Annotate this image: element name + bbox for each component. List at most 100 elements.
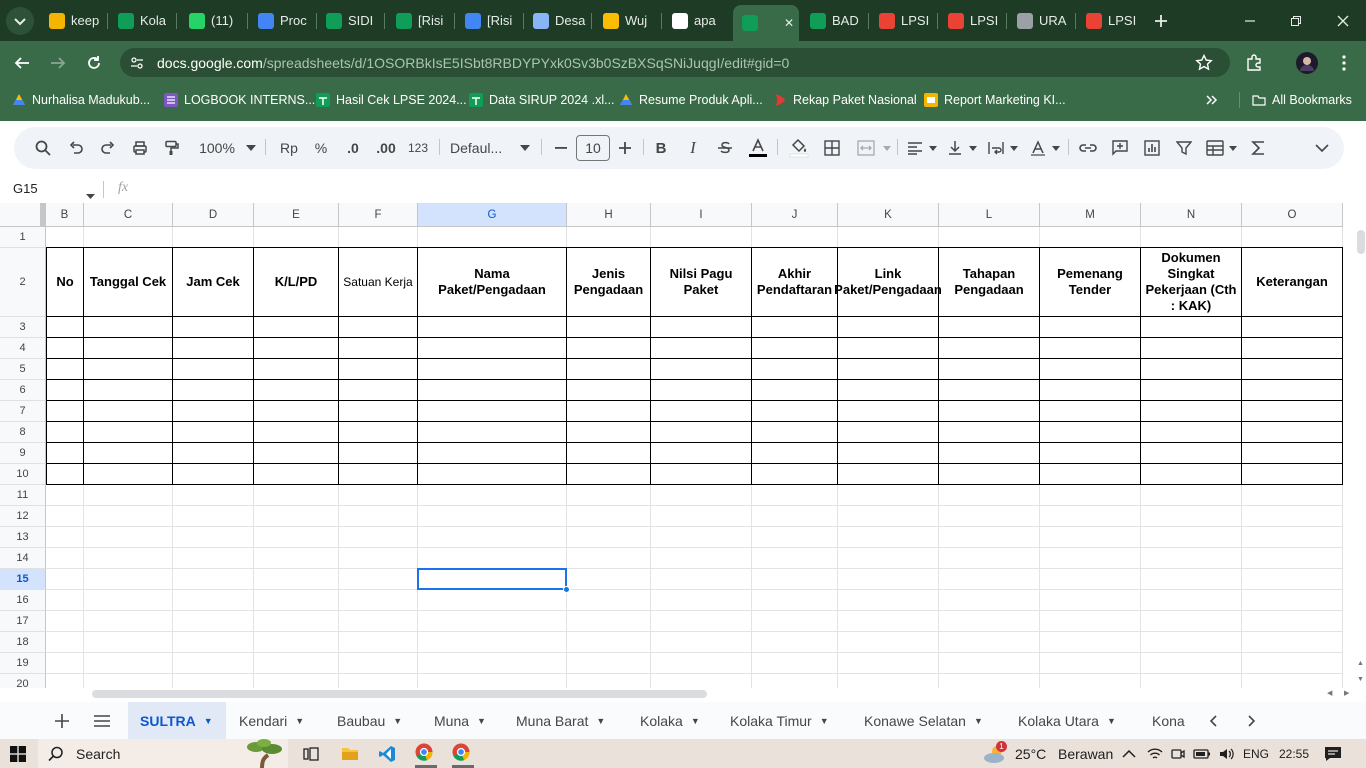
grid-cell[interactable] [254, 506, 339, 527]
column-header[interactable]: G [418, 203, 567, 227]
grid-cell[interactable] [84, 590, 173, 611]
grid-cell[interactable] [46, 548, 84, 569]
increase-font-size-icon[interactable] [614, 137, 636, 159]
table-cell[interactable] [651, 359, 752, 380]
grid-cell[interactable] [254, 611, 339, 632]
grid-cell[interactable] [1242, 548, 1343, 569]
grid-cell[interactable] [838, 632, 939, 653]
grid-cell[interactable] [838, 227, 939, 248]
table-cell[interactable] [84, 317, 173, 338]
grid-cell[interactable] [1242, 569, 1343, 590]
table-cell[interactable] [567, 359, 651, 380]
spreadsheet-grid[interactable]: B C D E F G H I J K L M N O 1 2 No Tanggal Cek Jam Cek K/L/… [0, 203, 1356, 688]
table-cell[interactable] [254, 338, 339, 359]
table-cell[interactable] [838, 464, 939, 485]
merge-cells-icon[interactable] [854, 137, 878, 159]
vertical-scrollbar[interactable] [1357, 230, 1365, 254]
sheet-tab[interactable]: Kolaka Timur ▼ [718, 702, 850, 739]
grid-cell[interactable] [254, 227, 339, 248]
grid-cell[interactable] [418, 548, 567, 569]
grid-cell[interactable] [254, 590, 339, 611]
table-cell[interactable] [651, 464, 752, 485]
task-view-icon[interactable] [303, 739, 319, 768]
grid-cell[interactable] [254, 485, 339, 506]
grid-cell[interactable] [651, 527, 752, 548]
table-cell[interactable] [46, 401, 84, 422]
grid-cell[interactable] [84, 548, 173, 569]
sheet-tab[interactable]: SULTRA ▼ [128, 702, 226, 739]
grid-cell[interactable] [173, 485, 254, 506]
table-cell[interactable] [418, 317, 567, 338]
grid-cell[interactable] [339, 674, 418, 688]
table-cell[interactable] [418, 338, 567, 359]
table-cell[interactable] [752, 443, 838, 464]
filter-views-chevron-down-icon[interactable] [1226, 137, 1240, 159]
table-cell[interactable] [173, 464, 254, 485]
grid-cell[interactable] [173, 632, 254, 653]
scroll-sheets-right-icon[interactable] [1244, 702, 1260, 739]
table-header-cell[interactable]: Nama Paket/Pengadaan [418, 247, 567, 317]
grid-cell[interactable] [838, 548, 939, 569]
grid-cell[interactable] [1040, 527, 1141, 548]
formula-input[interactable] [140, 180, 1350, 200]
grid-cell[interactable] [46, 611, 84, 632]
grid-cell[interactable] [418, 485, 567, 506]
table-cell[interactable] [567, 464, 651, 485]
table-cell[interactable] [1242, 317, 1343, 338]
grid-cell[interactable] [1040, 569, 1141, 590]
grid-cell[interactable] [1242, 590, 1343, 611]
grid-cell[interactable] [567, 632, 651, 653]
sheet-tab-chevron-down-icon[interactable]: ▼ [1107, 716, 1116, 726]
grid-cell[interactable] [1242, 227, 1343, 248]
sheet-tab[interactable]: Baubau ▼ [325, 702, 420, 739]
grid-cell[interactable] [418, 527, 567, 548]
valign-chevron-down-icon[interactable] [966, 137, 980, 159]
toolbar-collapse-chevron-icon[interactable] [1310, 137, 1334, 159]
grid-cell[interactable] [1141, 485, 1242, 506]
grid-cell[interactable] [752, 506, 838, 527]
grid-cell[interactable] [418, 632, 567, 653]
grid-cell[interactable] [254, 674, 339, 688]
file-explorer-icon[interactable] [341, 739, 359, 768]
fill-handle[interactable] [563, 586, 570, 593]
search-menus-icon[interactable] [31, 137, 55, 159]
grid-cell[interactable] [254, 569, 339, 590]
grid-cell[interactable] [1242, 527, 1343, 548]
grid-cell[interactable] [173, 527, 254, 548]
table-cell[interactable] [84, 380, 173, 401]
row-header[interactable]: 13 [0, 527, 46, 548]
table-cell[interactable] [418, 359, 567, 380]
grid-cell[interactable] [46, 527, 84, 548]
tab-search-chevron-icon[interactable] [0, 0, 40, 41]
column-header[interactable]: E [254, 203, 339, 227]
row-header[interactable]: 3 [0, 317, 46, 338]
grid-cell[interactable] [1141, 569, 1242, 590]
scroll-left-arrow-icon[interactable]: ◀ [1327, 689, 1332, 697]
grid-cell[interactable] [939, 674, 1040, 688]
grid-cell[interactable] [1242, 611, 1343, 632]
table-header-cell[interactable]: Jenis Pengadaan [567, 247, 651, 317]
grid-cell[interactable] [1141, 590, 1242, 611]
grid-cell[interactable] [939, 653, 1040, 674]
grid-cell[interactable] [838, 674, 939, 688]
grid-cell[interactable] [173, 569, 254, 590]
table-cell[interactable] [254, 422, 339, 443]
close-tab-icon[interactable]: ✕ [784, 16, 794, 30]
table-cell[interactable] [173, 443, 254, 464]
table-cell[interactable] [1242, 443, 1343, 464]
grid-cell[interactable] [1040, 506, 1141, 527]
grid-cell[interactable] [418, 674, 567, 688]
browser-tab[interactable]: ✕ [733, 5, 799, 41]
new-tab-button[interactable] [1138, 0, 1184, 41]
grid-cell[interactable] [1242, 632, 1343, 653]
row-header[interactable]: 10 [0, 464, 46, 485]
site-info-icon[interactable] [127, 52, 147, 74]
grid-cell[interactable] [84, 227, 173, 248]
browser-tab[interactable]: LPSI [1077, 5, 1141, 36]
grid-cell[interactable] [418, 227, 567, 248]
table-header-cell[interactable]: Tanggal Cek [84, 247, 173, 317]
grid-cell[interactable] [838, 653, 939, 674]
table-cell[interactable] [418, 422, 567, 443]
grid-cell[interactable] [752, 548, 838, 569]
restore-button[interactable] [1273, 0, 1319, 41]
